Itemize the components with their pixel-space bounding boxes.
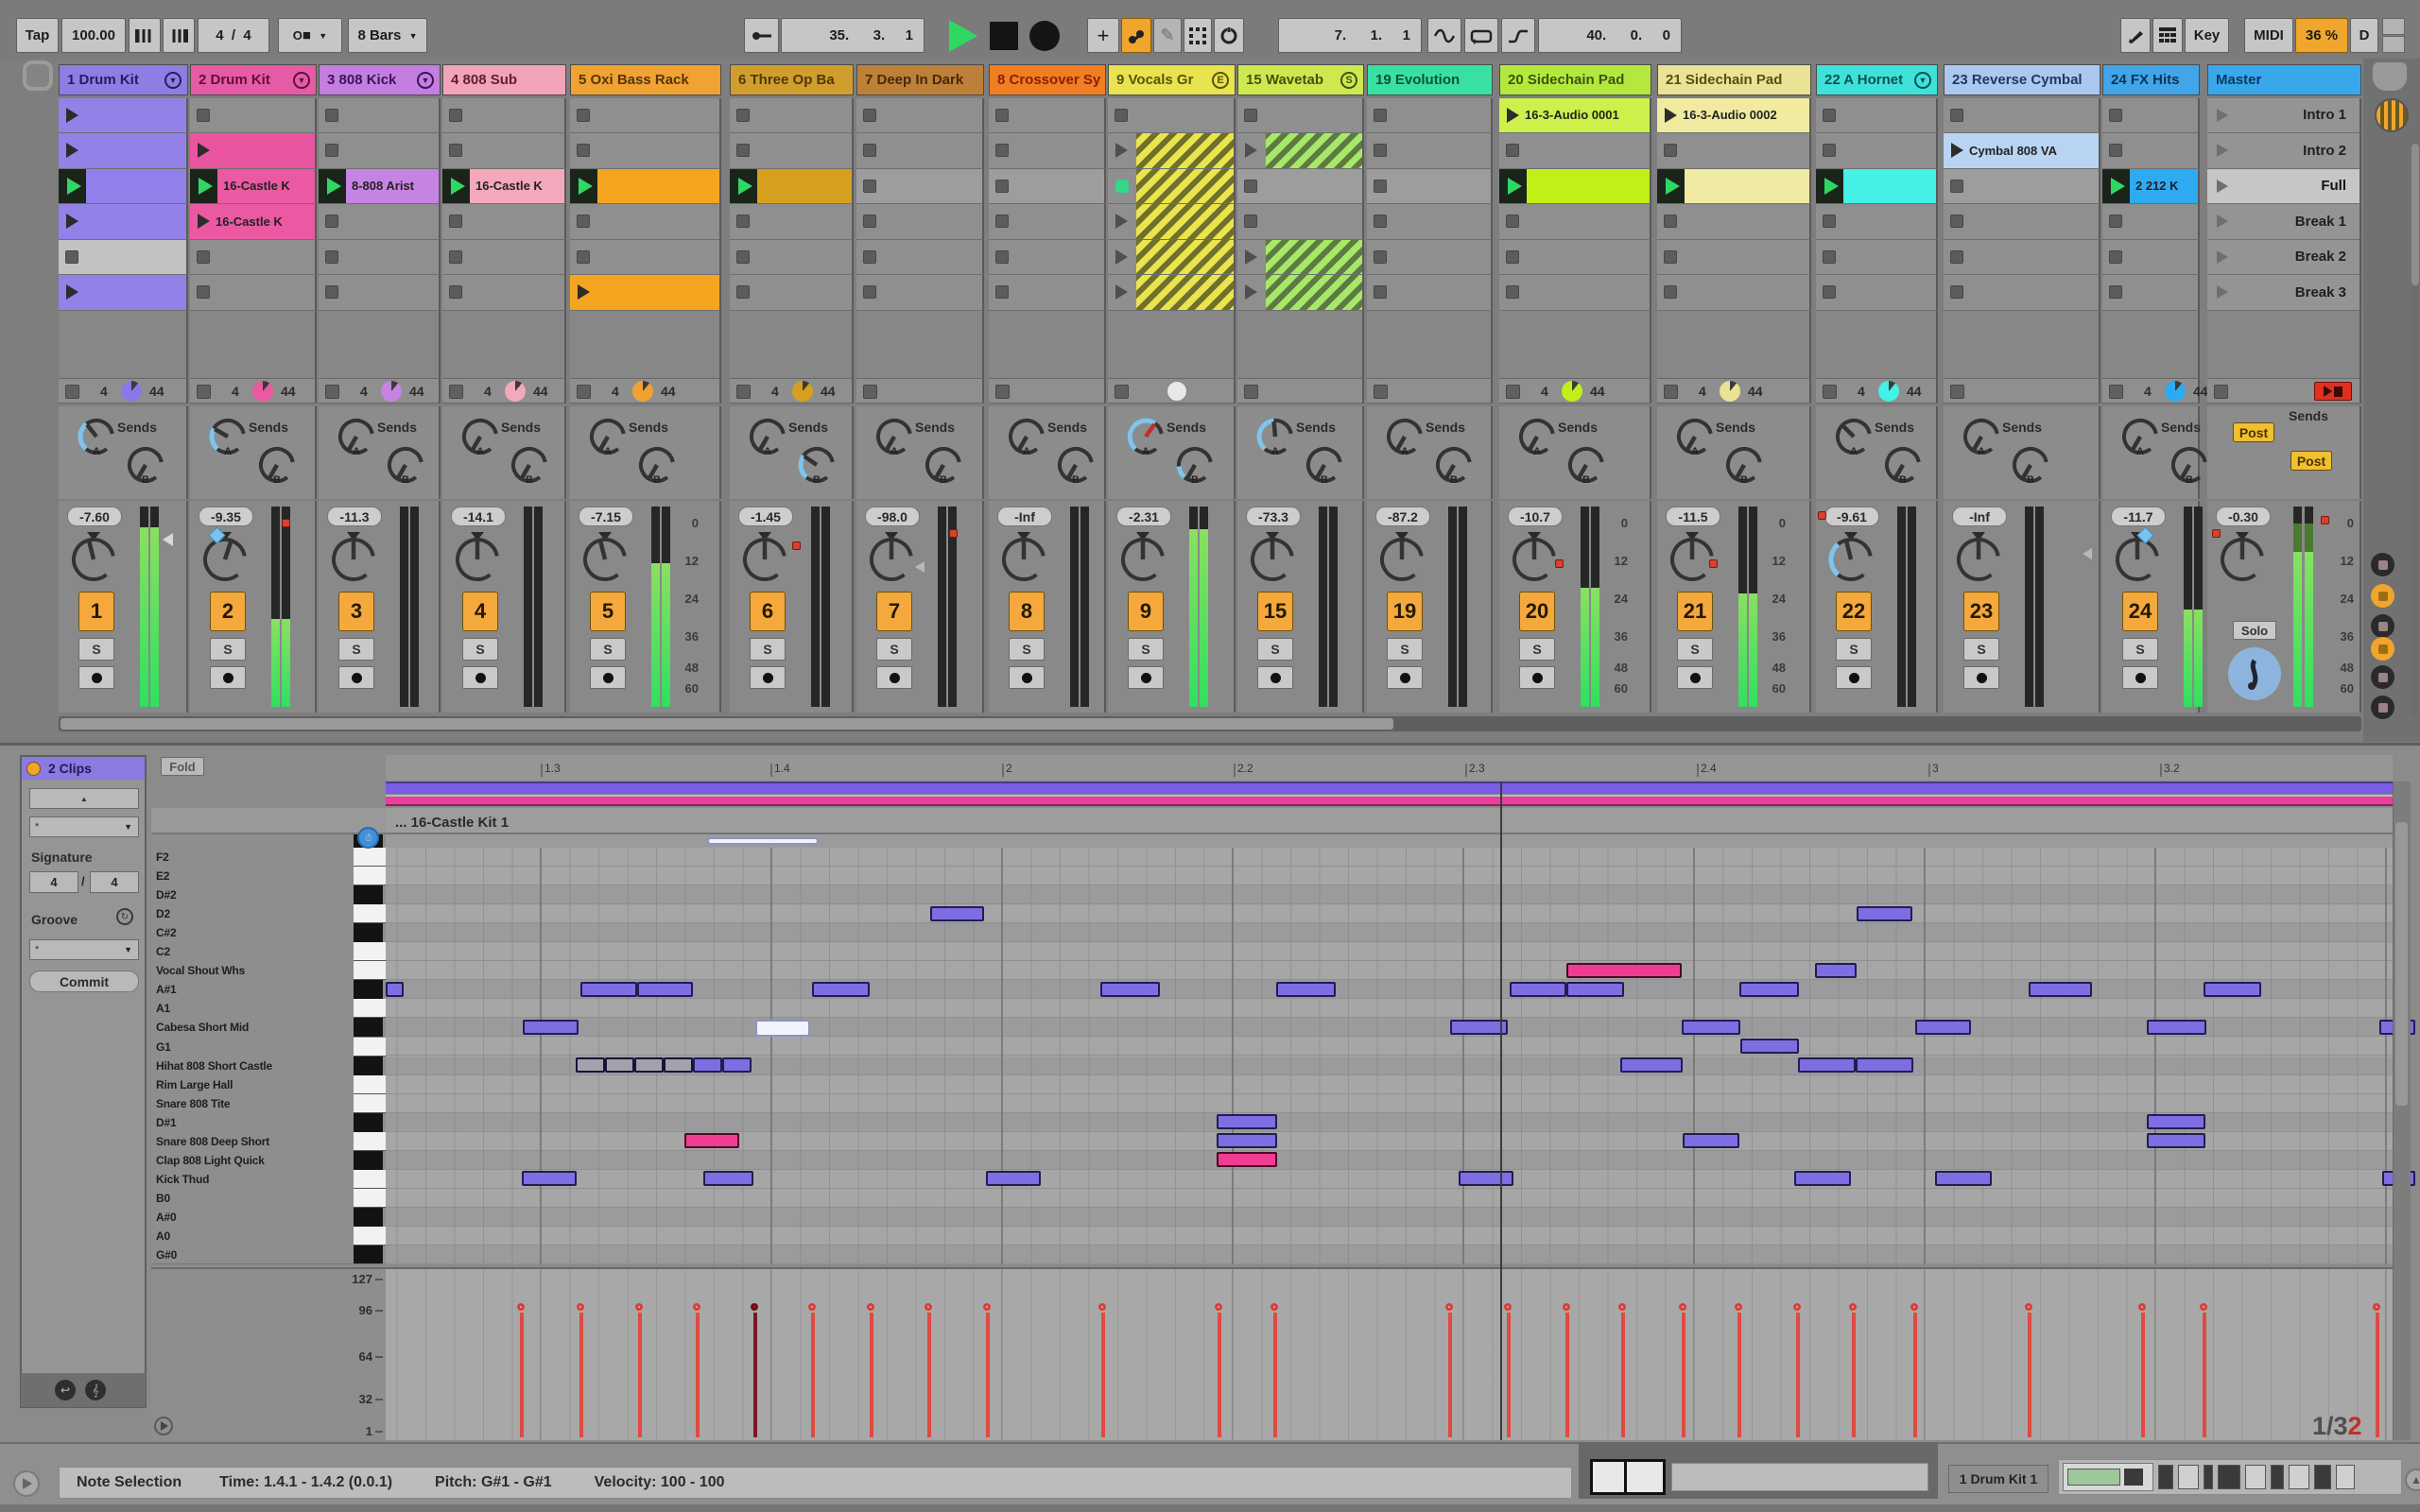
svg-text:B: B bbox=[142, 474, 149, 485]
svg-text:A: A bbox=[1271, 446, 1279, 456]
svg-text:A: A bbox=[1401, 446, 1409, 456]
svg-text:A: A bbox=[1533, 446, 1541, 456]
svg-text:B: B bbox=[940, 474, 947, 485]
svg-text:A: A bbox=[1142, 446, 1150, 456]
svg-text:B: B bbox=[273, 474, 281, 485]
svg-text:B: B bbox=[1191, 474, 1199, 485]
svg-text:B: B bbox=[1899, 474, 1907, 485]
svg-text:B: B bbox=[1450, 474, 1458, 485]
svg-text:B: B bbox=[526, 474, 533, 485]
svg-text:B: B bbox=[1582, 474, 1590, 485]
svg-text:B: B bbox=[402, 474, 409, 485]
svg-text:B: B bbox=[2186, 474, 2193, 485]
svg-text:A: A bbox=[476, 446, 484, 456]
svg-text:B: B bbox=[1072, 474, 1080, 485]
svg-text:B: B bbox=[1740, 474, 1748, 485]
svg-text:A: A bbox=[353, 446, 360, 456]
svg-text:A: A bbox=[1978, 446, 1985, 456]
svg-text:A: A bbox=[1023, 446, 1030, 456]
svg-text:B: B bbox=[1321, 474, 1328, 485]
svg-text:A: A bbox=[93, 446, 100, 456]
svg-text:A: A bbox=[604, 446, 612, 456]
svg-text:B: B bbox=[653, 474, 661, 485]
svg-text:A: A bbox=[224, 446, 232, 456]
svg-text:A: A bbox=[890, 446, 898, 456]
svg-text:B: B bbox=[813, 474, 821, 485]
svg-text:A: A bbox=[764, 446, 771, 456]
svg-text:A: A bbox=[2136, 446, 2144, 456]
svg-text:A: A bbox=[1691, 446, 1699, 456]
svg-text:A: A bbox=[1850, 446, 1858, 456]
svg-text:B: B bbox=[2027, 474, 2034, 485]
